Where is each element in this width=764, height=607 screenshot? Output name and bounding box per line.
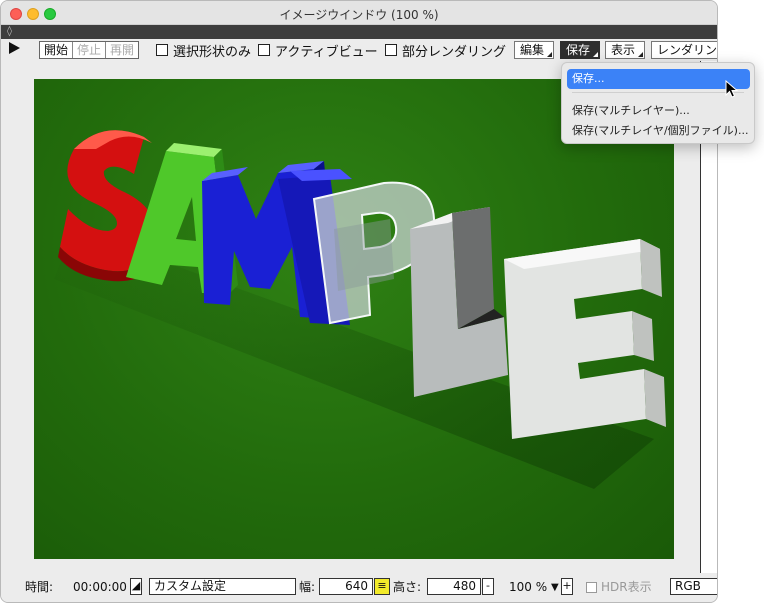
width-label: 幅: [299, 580, 316, 594]
start-button[interactable]: 開始 [40, 42, 74, 58]
height-value: 480 [453, 579, 476, 593]
render-menu-button[interactable]: レンダリン [651, 41, 718, 59]
menu-item-save[interactable]: 保存... [567, 69, 750, 89]
height-label: 高さ: [393, 580, 422, 594]
save-menu-button[interactable]: 保存 [560, 41, 601, 59]
collapse-strip[interactable]: ◊ [1, 25, 717, 39]
zoom-dropdown-icon[interactable]: ▼ [551, 579, 559, 596]
menu-label: 編集 [520, 43, 545, 57]
checkbox-label: 部分レンダリング [402, 44, 507, 60]
time-popup-button[interactable]: ◢ [130, 578, 142, 595]
preset-select[interactable]: カスタム設定 [149, 578, 296, 595]
active-view-checkbox[interactable]: アクティブビュー [258, 42, 378, 60]
color-mode-select[interactable]: RGB [670, 578, 717, 595]
partial-render-checkbox[interactable]: 部分レンダリング [385, 42, 507, 60]
preset-value: カスタム設定 [154, 579, 227, 593]
render-image [34, 79, 674, 559]
letter-l [410, 207, 508, 397]
menu-label: レンダリン [657, 43, 718, 57]
menu-item-save-multilayer[interactable]: 保存(マルチレイヤー)... [567, 101, 750, 121]
width-input[interactable]: 640 [319, 578, 373, 595]
checkbox-box[interactable] [586, 582, 597, 593]
time-label: 時間: [25, 580, 54, 594]
corner-triangle-icon [547, 52, 553, 57]
render-control-group: 開始 停止 再開 [39, 41, 140, 59]
link-ratio-button[interactable]: ≡ [374, 578, 390, 595]
menu-separator [572, 92, 744, 93]
checkbox-box[interactable] [156, 44, 168, 56]
stop-button[interactable]: 停止 [73, 42, 107, 58]
height-input[interactable]: 480 [427, 578, 481, 595]
corner-triangle-icon [593, 52, 599, 57]
selection-only-checkbox[interactable]: 選択形状のみ [156, 42, 252, 60]
zoom-level: 100 % [509, 580, 548, 594]
menu-item-save-multilayer-separate[interactable]: 保存(マルチレイヤ/個別ファイル)... [567, 121, 750, 141]
checkbox-label: 選択形状のみ [173, 44, 252, 60]
window-title: イメージウインドウ (100 %) [279, 8, 439, 22]
hdr-checkbox[interactable]: HDR表示 [586, 579, 652, 596]
menu-label: 表示 [611, 43, 636, 57]
resume-button[interactable]: 再開 [106, 42, 138, 58]
status-bar: 時間: 00:00:00 ◢ カスタム設定 幅: 640 ≡ 高さ: 480 -… [1, 573, 717, 602]
title-bar[interactable]: イメージウインドウ (100 %) [1, 1, 717, 25]
hdr-label: HDR表示 [601, 580, 652, 594]
letter-e [504, 239, 666, 439]
mouse-pointer-icon [725, 80, 739, 98]
view-menu-button[interactable]: 表示 [605, 41, 646, 59]
checkbox-box[interactable] [258, 44, 270, 56]
menu-label: 保存 [566, 43, 591, 57]
zoom-in-button[interactable]: + [561, 578, 573, 595]
zoom-out-button[interactable]: - [482, 578, 494, 595]
save-dropdown-menu: 保存... 保存(マルチレイヤー)... 保存(マルチレイヤ/個別ファイル)..… [561, 62, 755, 144]
render-toolbar: 開始 停止 再開 選択形状のみ アクティブビュー 部分レンダリング 編集 保存 … [1, 39, 718, 61]
diamond-icon[interactable]: ◊ [7, 26, 17, 37]
checkbox-label: アクティブビュー [275, 44, 378, 60]
checkbox-box[interactable] [385, 44, 397, 56]
play-icon[interactable] [9, 42, 20, 54]
edit-menu-button[interactable]: 編集 [514, 41, 555, 59]
sample-3d-text-graphic [54, 130, 666, 489]
corner-triangle-icon [638, 52, 644, 57]
color-mode-value: RGB [675, 579, 701, 593]
width-value: 640 [345, 579, 368, 593]
time-value: 00:00:00 [73, 580, 127, 594]
